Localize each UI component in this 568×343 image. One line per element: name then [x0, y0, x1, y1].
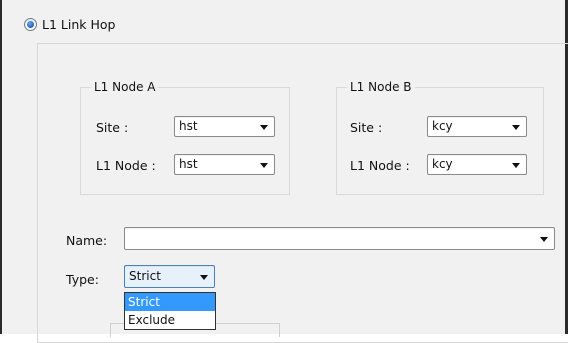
l1-node-b-group: L1 Node B	[336, 80, 544, 195]
node-b-node-label: L1 Node :	[350, 158, 410, 173]
chevron-down-icon[interactable]	[200, 275, 208, 280]
node-b-site-select[interactable]: kcy	[427, 116, 527, 137]
name-select[interactable]	[124, 227, 555, 250]
chevron-down-icon[interactable]	[260, 125, 268, 130]
type-dropdown-list[interactable]: Strict Exclude	[124, 292, 216, 330]
node-a-node-value: hst	[179, 157, 198, 171]
node-b-site-value: kcy	[432, 119, 453, 133]
l1-node-a-title: L1 Node A	[91, 80, 159, 94]
type-option-strict[interactable]: Strict	[125, 293, 215, 311]
l1-link-hop-option[interactable]: L1 Link Hop	[24, 17, 115, 32]
chevron-down-icon[interactable]	[512, 125, 520, 130]
node-a-node-select[interactable]: hst	[174, 154, 275, 175]
l1-link-hop-label: L1 Link Hop	[42, 17, 116, 32]
type-option-exclude[interactable]: Exclude	[125, 311, 215, 329]
type-value: Strict	[129, 269, 161, 283]
node-a-site-value: hst	[179, 119, 198, 133]
chevron-down-icon[interactable]	[260, 163, 268, 168]
chevron-down-icon[interactable]	[512, 163, 520, 168]
type-label: Type:	[66, 272, 99, 287]
l1-node-a-group: L1 Node A	[80, 80, 290, 195]
node-a-node-label: L1 Node :	[96, 158, 156, 173]
radio-selected-icon[interactable]	[24, 18, 37, 31]
node-a-site-select[interactable]: hst	[174, 116, 275, 137]
l1-node-b-title: L1 Node B	[347, 80, 415, 94]
name-label: Name:	[66, 233, 108, 248]
node-b-site-label: Site :	[350, 120, 383, 135]
type-select[interactable]: Strict	[124, 265, 215, 288]
node-b-node-select[interactable]: kcy	[427, 154, 527, 175]
node-a-site-label: Site :	[96, 120, 129, 135]
node-b-node-value: kcy	[432, 157, 453, 171]
chevron-down-icon[interactable]	[540, 237, 548, 242]
